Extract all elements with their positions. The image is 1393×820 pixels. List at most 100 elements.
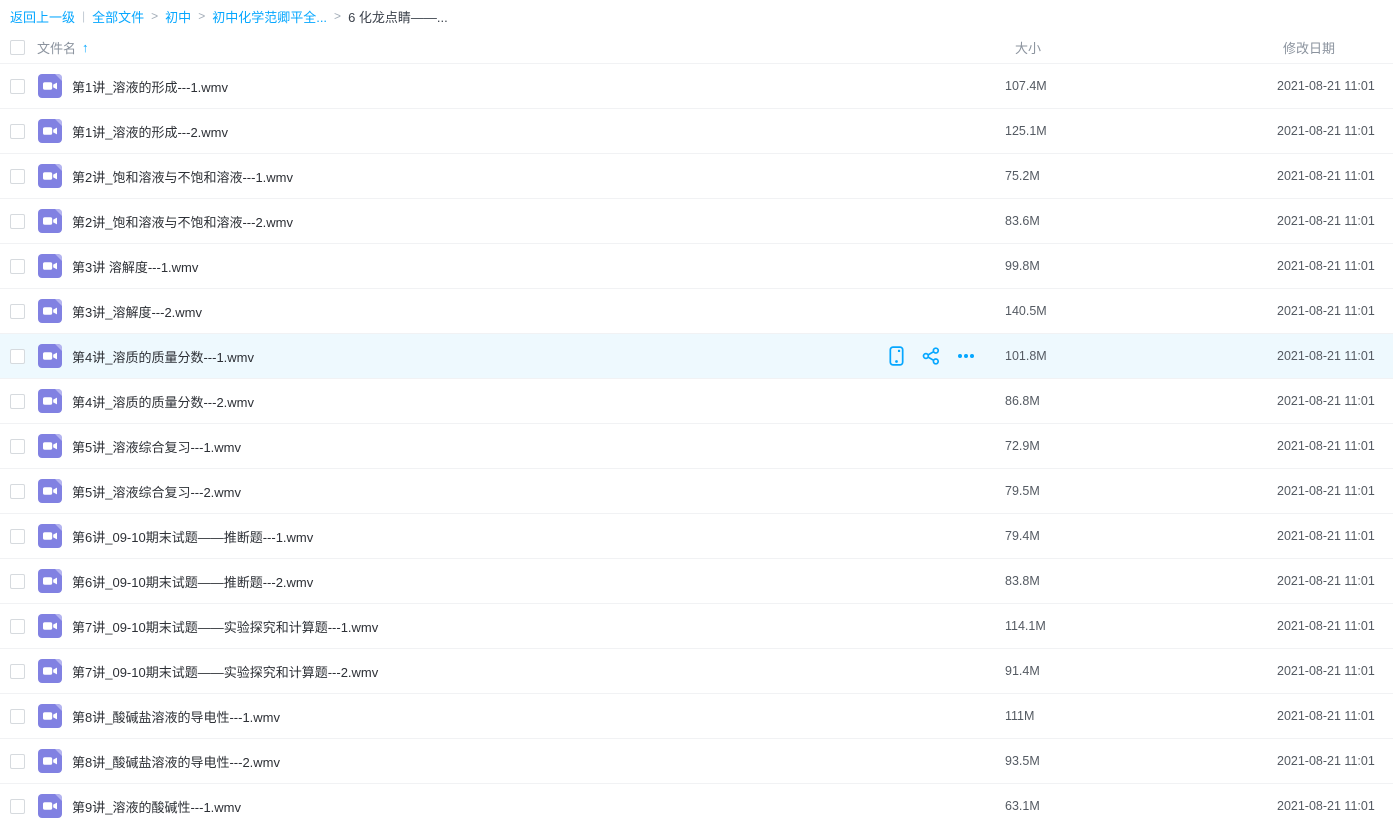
- file-size: 79.4M: [1005, 529, 1277, 543]
- file-name-link[interactable]: 第9讲_溶液的酸碱性---1.wmv: [72, 797, 1005, 816]
- table-row[interactable]: 第9讲_溶液的酸碱性---1.wmv 63.1M 2021-08-21 11:0…: [0, 784, 1393, 820]
- file-size: 86.8M: [1005, 394, 1277, 408]
- row-checkbox[interactable]: [10, 439, 25, 454]
- video-file-icon: [38, 209, 62, 233]
- row-checkbox[interactable]: [10, 664, 25, 679]
- file-name-link[interactable]: 第8讲_酸碱盐溶液的导电性---1.wmv: [72, 707, 1005, 726]
- table-row[interactable]: 第3讲_溶解度---2.wmv 140.5M 2021-08-21 11:01: [0, 289, 1393, 334]
- column-header-filename[interactable]: 文件名: [37, 38, 76, 57]
- breadcrumb-separator: >: [334, 9, 341, 23]
- table-row[interactable]: 第1讲_溶液的形成---2.wmv 125.1M 2021-08-21 11:0…: [0, 109, 1393, 154]
- file-name-link[interactable]: 第3讲 溶解度---1.wmv: [72, 257, 1005, 276]
- breadcrumb-item-all-files[interactable]: 全部文件: [92, 7, 144, 26]
- file-name-link[interactable]: 第6讲_09-10期末试题——推断题---1.wmv: [72, 527, 1005, 546]
- file-name-link[interactable]: 第5讲_溶液综合复习---2.wmv: [72, 482, 1005, 501]
- column-header-size[interactable]: 大小: [1005, 38, 1277, 57]
- video-file-icon: [38, 659, 62, 683]
- more-icon[interactable]: [957, 346, 975, 366]
- file-date: 2021-08-21 11:01: [1277, 709, 1377, 723]
- file-date: 2021-08-21 11:01: [1277, 214, 1377, 228]
- row-checkbox[interactable]: [10, 169, 25, 184]
- file-size: 99.8M: [1005, 259, 1277, 273]
- row-checkbox[interactable]: [10, 709, 25, 724]
- file-name-link[interactable]: 第6讲_09-10期末试题——推断题---2.wmv: [72, 572, 1005, 591]
- file-name-link[interactable]: 第2讲_饱和溶液与不饱和溶液---2.wmv: [72, 212, 1005, 231]
- sort-ascending-icon[interactable]: ↑: [82, 40, 89, 55]
- row-checkbox[interactable]: [10, 799, 25, 814]
- column-header-date[interactable]: 修改日期: [1277, 38, 1377, 57]
- video-file-icon: [38, 749, 62, 773]
- file-date: 2021-08-21 11:01: [1277, 439, 1377, 453]
- table-row[interactable]: 第2讲_饱和溶液与不饱和溶液---2.wmv 83.6M 2021-08-21 …: [0, 199, 1393, 244]
- row-checkbox[interactable]: [10, 259, 25, 274]
- video-file-icon: [38, 479, 62, 503]
- row-checkbox[interactable]: [10, 394, 25, 409]
- table-row[interactable]: 第5讲_溶液综合复习---2.wmv 79.5M 2021-08-21 11:0…: [0, 469, 1393, 514]
- file-name-link[interactable]: 第5讲_溶液综合复习---1.wmv: [72, 437, 1005, 456]
- file-name-link[interactable]: 第1讲_溶液的形成---1.wmv: [72, 77, 1005, 96]
- file-date: 2021-08-21 11:01: [1277, 79, 1377, 93]
- file-size: 107.4M: [1005, 79, 1277, 93]
- row-checkbox[interactable]: [10, 619, 25, 634]
- file-name-link[interactable]: 第7讲_09-10期末试题——实验探究和计算题---2.wmv: [72, 662, 1005, 681]
- file-name-link[interactable]: 第4讲_溶质的质量分数---1.wmv: [72, 347, 887, 366]
- file-name-link[interactable]: 第4讲_溶质的质量分数---2.wmv: [72, 392, 1005, 411]
- breadcrumb-back-link[interactable]: 返回上一级: [10, 7, 75, 26]
- file-size: 91.4M: [1005, 664, 1277, 678]
- video-file-icon: [38, 74, 62, 98]
- file-name-link[interactable]: 第8讲_酸碱盐溶液的导电性---2.wmv: [72, 752, 1005, 771]
- file-date: 2021-08-21 11:01: [1277, 799, 1377, 813]
- video-file-icon: [38, 794, 62, 818]
- table-row[interactable]: 第4讲_溶质的质量分数---1.wmv: [0, 334, 1393, 379]
- file-date: 2021-08-21 11:01: [1277, 394, 1377, 408]
- table-row[interactable]: 第6讲_09-10期末试题——推断题---1.wmv 79.4M 2021-08…: [0, 514, 1393, 559]
- video-file-icon: [38, 614, 62, 638]
- breadcrumb: 返回上一级 | 全部文件 > 初中 > 初中化学范卿平全... > 6 化龙点睛…: [0, 0, 1393, 32]
- file-manager: 返回上一级 | 全部文件 > 初中 > 初中化学范卿平全... > 6 化龙点睛…: [0, 0, 1393, 820]
- table-row[interactable]: 第1讲_溶液的形成---1.wmv 107.4M 2021-08-21 11:0…: [0, 64, 1393, 109]
- table-row[interactable]: 第8讲_酸碱盐溶液的导电性---2.wmv 93.5M 2021-08-21 1…: [0, 739, 1393, 784]
- breadcrumb-current-folder: 6 化龙点睛——...: [348, 7, 448, 26]
- video-file-icon: [38, 254, 62, 278]
- table-row[interactable]: 第5讲_溶液综合复习---1.wmv 72.9M 2021-08-21 11:0…: [0, 424, 1393, 469]
- video-file-icon: [38, 704, 62, 728]
- file-date: 2021-08-21 11:01: [1277, 349, 1377, 363]
- row-checkbox[interactable]: [10, 574, 25, 589]
- row-checkbox[interactable]: [10, 484, 25, 499]
- file-size: 75.2M: [1005, 169, 1277, 183]
- breadcrumb-item-chemistry-course[interactable]: 初中化学范卿平全...: [212, 7, 327, 26]
- table-row[interactable]: 第4讲_溶质的质量分数---2.wmv 86.8M 2021-08-21 11:…: [0, 379, 1393, 424]
- table-row[interactable]: 第6讲_09-10期末试题——推断题---2.wmv 83.8M 2021-08…: [0, 559, 1393, 604]
- video-file-icon: [38, 524, 62, 548]
- file-name-link[interactable]: 第1讲_溶液的形成---2.wmv: [72, 122, 1005, 141]
- save-to-device-icon[interactable]: [887, 346, 905, 366]
- row-checkbox[interactable]: [10, 124, 25, 139]
- breadcrumb-separator: >: [198, 9, 205, 23]
- file-size: 101.8M: [1005, 349, 1277, 363]
- table-header: 文件名 ↑ 大小 修改日期: [0, 32, 1393, 64]
- breadcrumb-pipe-divider: |: [82, 9, 85, 23]
- file-name-link[interactable]: 第7讲_09-10期末试题——实验探究和计算题---1.wmv: [72, 617, 1005, 636]
- file-name-link[interactable]: 第2讲_饱和溶液与不饱和溶液---1.wmv: [72, 167, 1005, 186]
- row-checkbox[interactable]: [10, 304, 25, 319]
- table-row[interactable]: 第7讲_09-10期末试题——实验探究和计算题---2.wmv 91.4M 20…: [0, 649, 1393, 694]
- row-checkbox[interactable]: [10, 529, 25, 544]
- table-row[interactable]: 第2讲_饱和溶液与不饱和溶液---1.wmv 75.2M 2021-08-21 …: [0, 154, 1393, 199]
- file-size: 125.1M: [1005, 124, 1277, 138]
- row-checkbox[interactable]: [10, 79, 25, 94]
- table-row[interactable]: 第8讲_酸碱盐溶液的导电性---1.wmv 111M 2021-08-21 11…: [0, 694, 1393, 739]
- row-checkbox[interactable]: [10, 349, 25, 364]
- table-row[interactable]: 第7讲_09-10期末试题——实验探究和计算题---1.wmv 114.1M 2…: [0, 604, 1393, 649]
- video-file-icon: [38, 389, 62, 413]
- row-checkbox[interactable]: [10, 754, 25, 769]
- video-file-icon: [38, 299, 62, 323]
- select-all-checkbox[interactable]: [10, 40, 25, 55]
- file-size: 114.1M: [1005, 619, 1277, 633]
- share-icon[interactable]: [922, 346, 940, 366]
- table-row[interactable]: 第3讲 溶解度---1.wmv 99.8M 2021-08-21 11:01: [0, 244, 1393, 289]
- row-checkbox[interactable]: [10, 214, 25, 229]
- file-date: 2021-08-21 11:01: [1277, 574, 1377, 588]
- breadcrumb-item-junior-high[interactable]: 初中: [165, 7, 191, 26]
- file-name-link[interactable]: 第3讲_溶解度---2.wmv: [72, 302, 1005, 321]
- video-file-icon: [38, 119, 62, 143]
